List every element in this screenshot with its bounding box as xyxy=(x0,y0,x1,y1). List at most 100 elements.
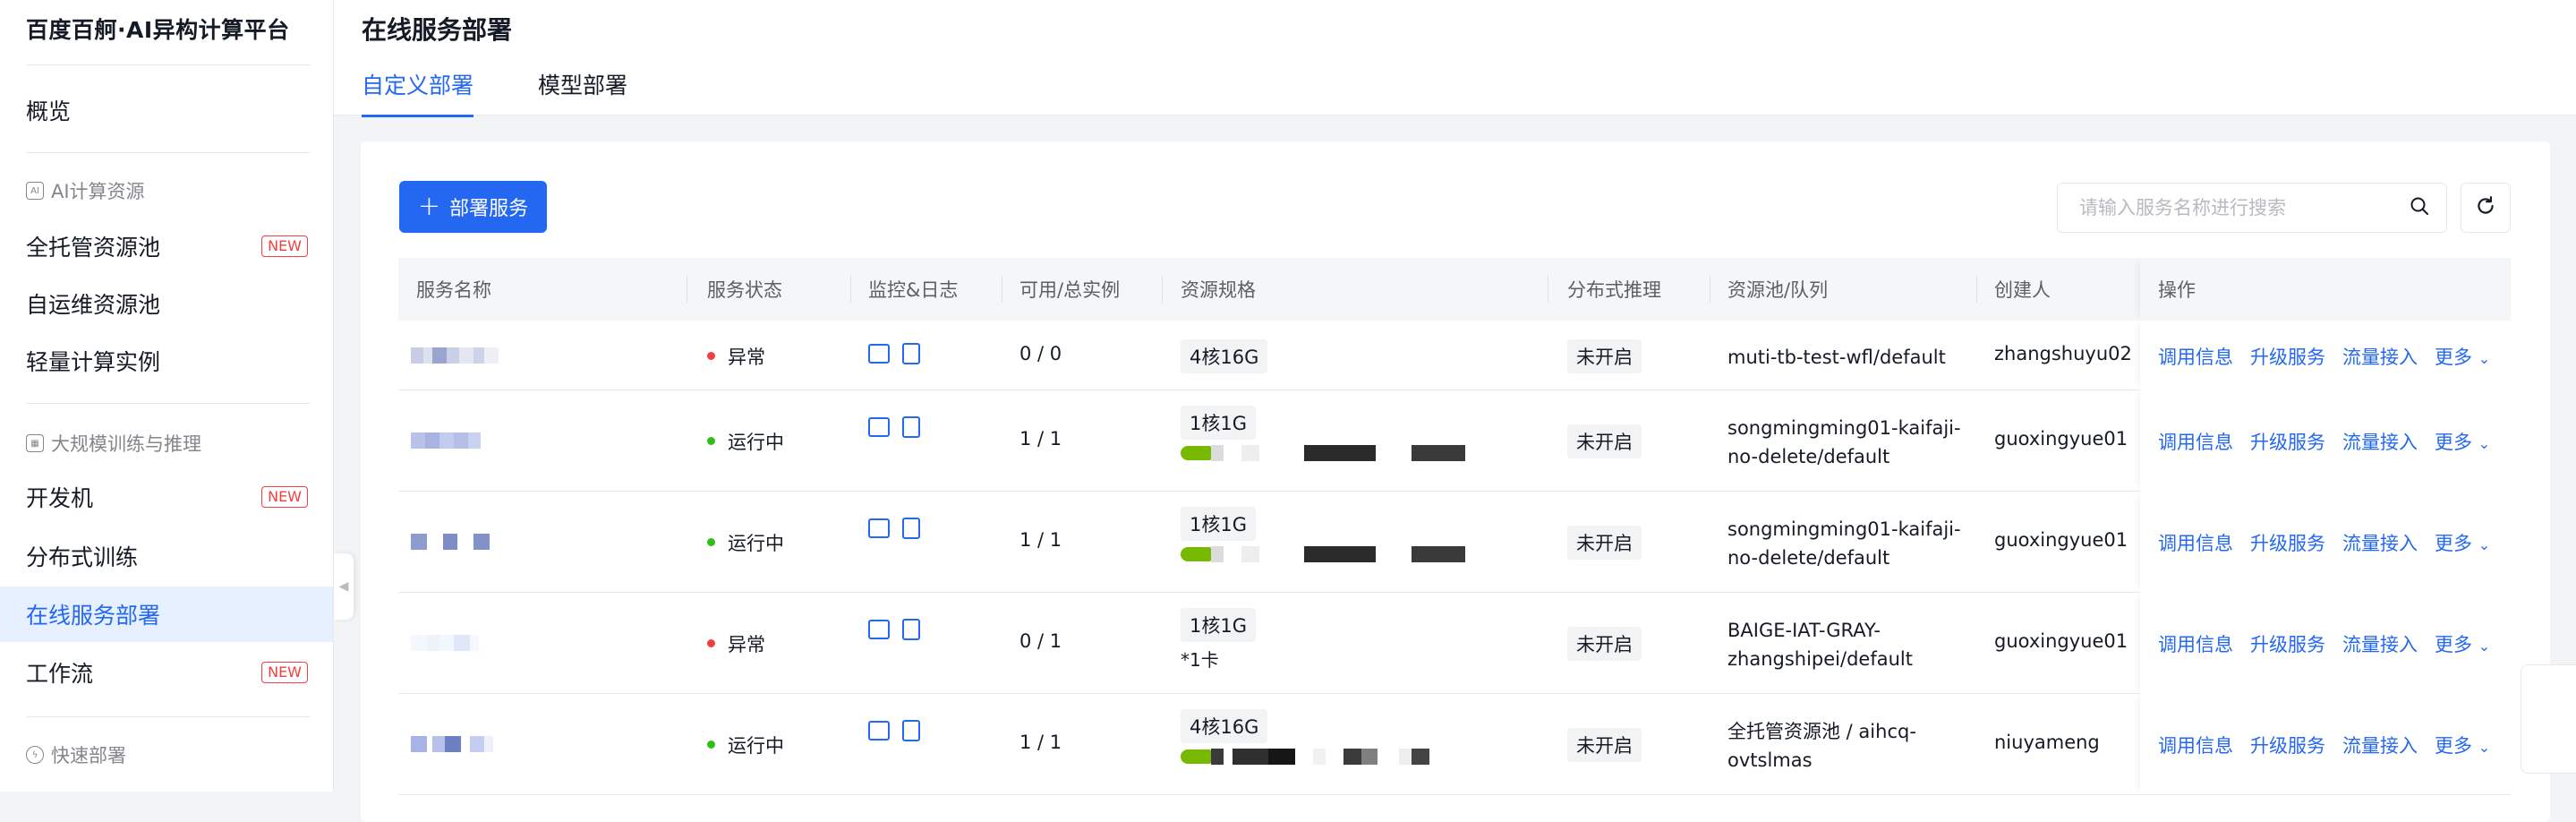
action-upgrade[interactable]: 升级服务 xyxy=(2250,343,2325,370)
sidebar-item-self-managed-pool[interactable]: 自运维资源池 xyxy=(0,276,333,331)
sidebar-item-label: 在线服务部署 xyxy=(26,603,161,629)
sidebar-collapse-handle[interactable]: ◀ xyxy=(334,553,354,620)
ai-chip-icon: AI xyxy=(26,182,44,200)
spec-tag: 1核1G xyxy=(1181,608,1256,642)
action-more[interactable]: 更多 ⌄ xyxy=(2435,732,2490,758)
floating-help-panel[interactable] xyxy=(2521,664,2576,774)
refresh-button[interactable] xyxy=(2461,183,2511,233)
status-dot xyxy=(707,538,715,546)
pool-line1: muti-tb-test-wfl/default xyxy=(1727,346,1946,368)
divider xyxy=(26,64,311,65)
action-traffic[interactable]: 流量接入 xyxy=(2342,732,2418,758)
sidebar-item-managed-pool[interactable]: 全托管资源池 NEW xyxy=(0,218,333,274)
action-upgrade[interactable]: 升级服务 xyxy=(2250,732,2325,758)
service-name[interactable] xyxy=(411,432,481,449)
monitor-log-links xyxy=(868,416,920,438)
plus-icon: + xyxy=(417,191,441,222)
training-icon: ▦ xyxy=(26,434,44,452)
sidebar-item-distributed-training[interactable]: 分布式训练 xyxy=(0,528,333,584)
creator: guoxingyue01 xyxy=(1994,427,2128,450)
action-invoke-info[interactable]: 调用信息 xyxy=(2158,529,2233,556)
action-traffic[interactable]: 流量接入 xyxy=(2342,343,2418,370)
resource-pool: songmingming01-kaifaji- no-delete/defaul… xyxy=(1727,515,1961,572)
gpu-info xyxy=(1181,546,1465,562)
more-label: 更多 xyxy=(2435,734,2472,757)
resource-pool: muti-tb-test-wfl/default xyxy=(1727,343,1946,372)
status-text: 运行中 xyxy=(728,431,784,453)
service-name[interactable] xyxy=(411,347,499,364)
monitor-log-links xyxy=(868,619,920,640)
more-label: 更多 xyxy=(2435,633,2472,655)
row-actions: 调用信息 升级服务 流量接入 更多 ⌄ xyxy=(2158,732,2490,758)
sidebar-item-dev-machine[interactable]: 开发机 NEW xyxy=(0,469,333,525)
column-header-status: 服务状态 xyxy=(707,279,782,301)
status-text: 异常 xyxy=(728,346,765,368)
log-icon[interactable] xyxy=(902,720,920,741)
creator: guoxingyue01 xyxy=(1994,528,2128,551)
resource-spec: 1核1G xyxy=(1181,406,1465,461)
more-label: 更多 xyxy=(2435,532,2472,554)
log-icon[interactable] xyxy=(902,518,920,539)
gpu-info xyxy=(1181,445,1465,461)
resource-spec: 4核16G xyxy=(1181,338,1268,373)
action-more[interactable]: 更多 ⌄ xyxy=(2435,428,2490,455)
distributed-inference: 未开启 xyxy=(1567,338,1642,373)
tab-custom-deploy[interactable]: 自定义部署 xyxy=(362,68,474,117)
monitor-icon[interactable] xyxy=(868,620,890,639)
status-text: 运行中 xyxy=(728,532,784,554)
sidebar-item-workflow[interactable]: 工作流 NEW xyxy=(0,645,333,700)
action-traffic[interactable]: 流量接入 xyxy=(2342,428,2418,455)
status-text: 异常 xyxy=(728,633,765,655)
action-invoke-info[interactable]: 调用信息 xyxy=(2158,630,2233,657)
column-header-spec: 资源规格 xyxy=(1181,279,1256,301)
group-label: 快速部署 xyxy=(51,745,126,766)
search-input[interactable] xyxy=(2077,196,2409,219)
group-ai-resources: AI AI计算资源 xyxy=(26,177,145,204)
monitor-icon[interactable] xyxy=(868,721,890,741)
actions-cell: 调用信息 升级服务 流量接入 更多 ⌄ xyxy=(2140,321,2511,390)
action-upgrade[interactable]: 升级服务 xyxy=(2250,630,2325,657)
action-more[interactable]: 更多 ⌄ xyxy=(2435,630,2490,657)
tab-model-deploy[interactable]: 模型部署 xyxy=(538,68,627,115)
sidebar-item-label: 自运维资源池 xyxy=(26,292,161,318)
lightning-icon: ϟ xyxy=(26,746,44,764)
action-more[interactable]: 更多 ⌄ xyxy=(2435,343,2490,370)
actions-cell: 调用信息 升级服务 流量接入 更多 ⌄ xyxy=(2140,693,2511,794)
monitor-icon[interactable] xyxy=(868,518,890,538)
log-icon[interactable] xyxy=(902,619,920,640)
status-dot xyxy=(707,437,715,445)
monitor-icon[interactable] xyxy=(868,343,890,364)
pool-line1: songmingming01-kaifaji- xyxy=(1727,416,1961,439)
row-actions: 调用信息 升级服务 流量接入 更多 ⌄ xyxy=(2158,630,2490,657)
search-icon[interactable] xyxy=(2409,195,2430,220)
action-upgrade[interactable]: 升级服务 xyxy=(2250,428,2325,455)
service-status: 运行中 xyxy=(707,732,784,758)
deploy-service-button[interactable]: + 部署服务 xyxy=(399,181,547,233)
action-invoke-info[interactable]: 调用信息 xyxy=(2158,428,2233,455)
monitor-icon[interactable] xyxy=(868,417,890,437)
deploy-service-label: 部署服务 xyxy=(449,198,529,220)
action-traffic[interactable]: 流量接入 xyxy=(2342,529,2418,556)
sidebar-item-online-deploy[interactable]: 在线服务部署 xyxy=(0,587,333,642)
sidebar-item-light-instance[interactable]: 轻量计算实例 xyxy=(0,333,333,389)
action-upgrade[interactable]: 升级服务 xyxy=(2250,529,2325,556)
chevron-down-icon: ⌄ xyxy=(2478,637,2491,655)
resource-pool: songmingming01-kaifaji- no-delete/defaul… xyxy=(1727,414,1961,471)
sidebar-item-label: 分布式训练 xyxy=(26,544,139,570)
log-icon[interactable] xyxy=(902,416,920,438)
distributed-inference: 未开启 xyxy=(1567,424,1642,458)
service-name[interactable] xyxy=(411,533,490,550)
pool-line1: 全托管资源池 / aihcq- xyxy=(1727,720,1916,742)
action-more[interactable]: 更多 ⌄ xyxy=(2435,529,2490,556)
chevron-down-icon: ⌄ xyxy=(2478,434,2491,452)
resource-pool: 全托管资源池 / aihcq- ovtslmas xyxy=(1727,717,1916,775)
pool-line1: songmingming01-kaifaji- xyxy=(1727,518,1961,540)
service-name[interactable] xyxy=(411,634,479,651)
sidebar-item-overview[interactable]: 概览 xyxy=(0,82,333,138)
action-traffic[interactable]: 流量接入 xyxy=(2342,630,2418,657)
service-name[interactable] xyxy=(411,735,493,752)
action-invoke-info[interactable]: 调用信息 xyxy=(2158,732,2233,758)
action-invoke-info[interactable]: 调用信息 xyxy=(2158,343,2233,370)
status-dot xyxy=(707,639,715,647)
log-icon[interactable] xyxy=(902,342,920,364)
